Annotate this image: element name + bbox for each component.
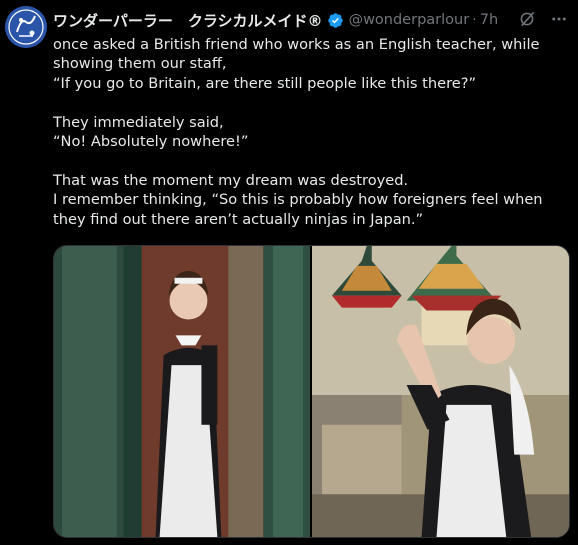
separator-dot: · bbox=[472, 12, 477, 28]
photo-right[interactable] bbox=[312, 246, 569, 537]
author-handle[interactable]: @wonderparlour bbox=[349, 12, 470, 28]
maid-doorway-photo bbox=[54, 246, 310, 537]
tweet-header: ワンダーパーラー クラシカルメイド® @wonderparlour · 7h bbox=[53, 9, 568, 31]
tweet-line: I remember thinking, “So this is probabl… bbox=[53, 191, 543, 228]
tweet-line: “If you go to Britain, are there still p… bbox=[53, 74, 477, 92]
tweet-line: “No! Absolutely nowhere!” bbox=[53, 133, 249, 151]
tweet-text: once asked a British friend who works as… bbox=[53, 35, 573, 229]
avatar-logo-icon bbox=[5, 6, 47, 48]
display-name[interactable]: ワンダーパーラー クラシカルメイド® bbox=[53, 10, 323, 31]
tweet-line: That was the moment my dream was destroy… bbox=[53, 171, 409, 189]
more-icon[interactable] bbox=[550, 10, 568, 28]
tweet-line: They immediately said, bbox=[53, 113, 224, 131]
photo-left[interactable] bbox=[54, 246, 310, 537]
timestamp[interactable]: 7h bbox=[480, 12, 498, 28]
tweet-line: once asked a British friend who works as… bbox=[53, 36, 540, 73]
verified-badge-icon bbox=[327, 12, 343, 28]
maid-lamp-photo bbox=[312, 246, 569, 537]
grok-icon[interactable] bbox=[518, 10, 536, 28]
tweet-media bbox=[53, 245, 570, 538]
avatar[interactable] bbox=[5, 6, 47, 48]
